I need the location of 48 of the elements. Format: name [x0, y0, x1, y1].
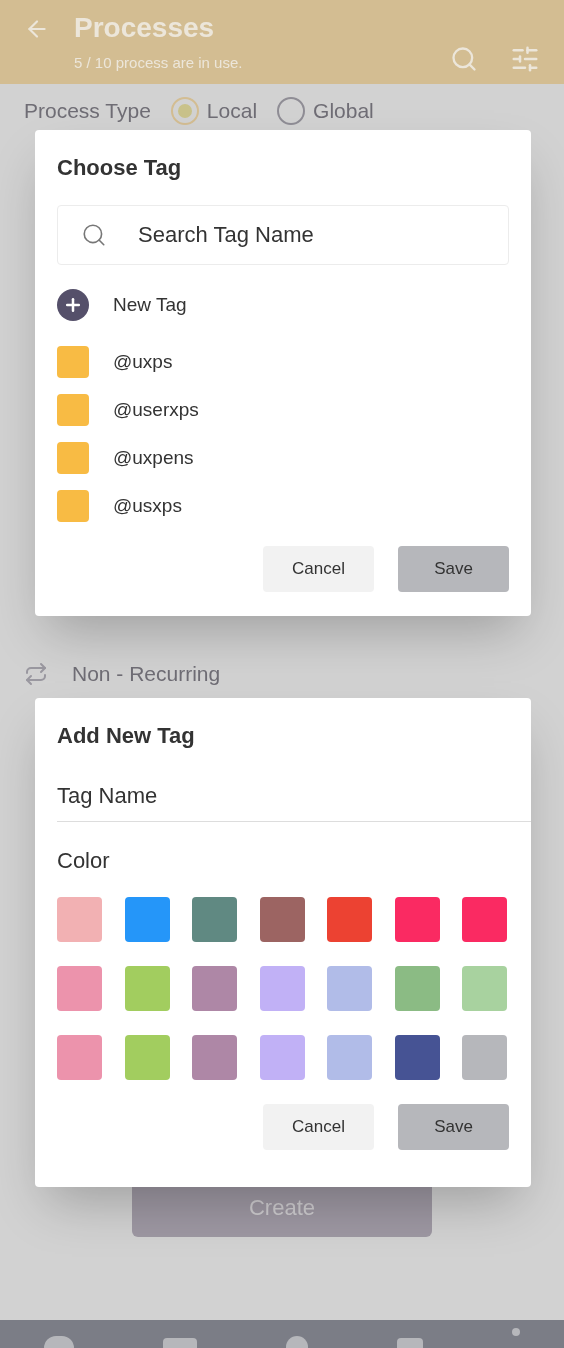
cancel-button[interactable]: Cancel [263, 546, 374, 592]
color-swatch[interactable] [192, 966, 238, 1011]
color-swatch[interactable] [57, 966, 102, 1011]
color-swatch[interactable] [259, 897, 305, 942]
page-title: Processes [74, 12, 216, 44]
search-icon[interactable] [450, 44, 478, 74]
color-swatch[interactable] [327, 1035, 373, 1080]
save-button[interactable]: Save [398, 1104, 509, 1150]
color-swatch[interactable] [259, 966, 305, 1011]
tag-name-field[interactable]: Tag Name [57, 770, 531, 822]
search-icon [81, 222, 107, 248]
color-swatch[interactable] [57, 897, 102, 942]
color-swatch[interactable] [327, 966, 373, 1011]
plus-icon [57, 289, 89, 321]
color-swatch[interactable] [462, 1035, 508, 1080]
color-swatch[interactable] [124, 966, 170, 1011]
tag-item[interactable]: @uxpens [57, 442, 509, 474]
field-label: Process Type [24, 99, 151, 123]
dialog-title: Choose Tag [57, 154, 183, 182]
cancel-button[interactable]: Cancel [263, 1104, 374, 1150]
new-tag-button[interactable]: New Tag [57, 289, 187, 321]
tag-item[interactable]: @userxps [57, 394, 509, 426]
dialog-title: Add New Tag [57, 722, 196, 750]
color-swatch[interactable] [192, 897, 238, 942]
save-button[interactable]: Save [398, 546, 509, 592]
color-swatch[interactable] [259, 1035, 305, 1080]
color-swatch[interactable] [394, 897, 440, 942]
tag-item[interactable]: @uxps [57, 346, 509, 378]
radio-label: Global [313, 99, 374, 123]
color-swatch[interactable] [57, 1035, 102, 1080]
color-swatch[interactable] [124, 897, 170, 942]
radio-button[interactable] [277, 97, 306, 125]
color-label: Color [57, 847, 111, 875]
search-field[interactable]: Search Tag Name [57, 205, 509, 265]
color-swatch[interactable] [394, 1035, 440, 1080]
color-swatch[interactable] [394, 966, 440, 1011]
filter-icon[interactable] [510, 44, 540, 74]
color-swatch[interactable] [462, 897, 508, 942]
radio-label: Local [206, 99, 258, 123]
tag-item[interactable]: @usxps [57, 490, 509, 522]
repeat-icon [24, 662, 48, 686]
color-swatch[interactable] [327, 897, 373, 942]
recurrence-label: Non - Recurring [72, 662, 221, 686]
color-swatch[interactable] [124, 1035, 170, 1080]
page-subtitle: 5 / 10 process are in use. [74, 53, 243, 73]
color-swatch[interactable] [192, 1035, 238, 1080]
radio-button[interactable] [170, 97, 199, 125]
color-swatch[interactable] [462, 966, 508, 1011]
